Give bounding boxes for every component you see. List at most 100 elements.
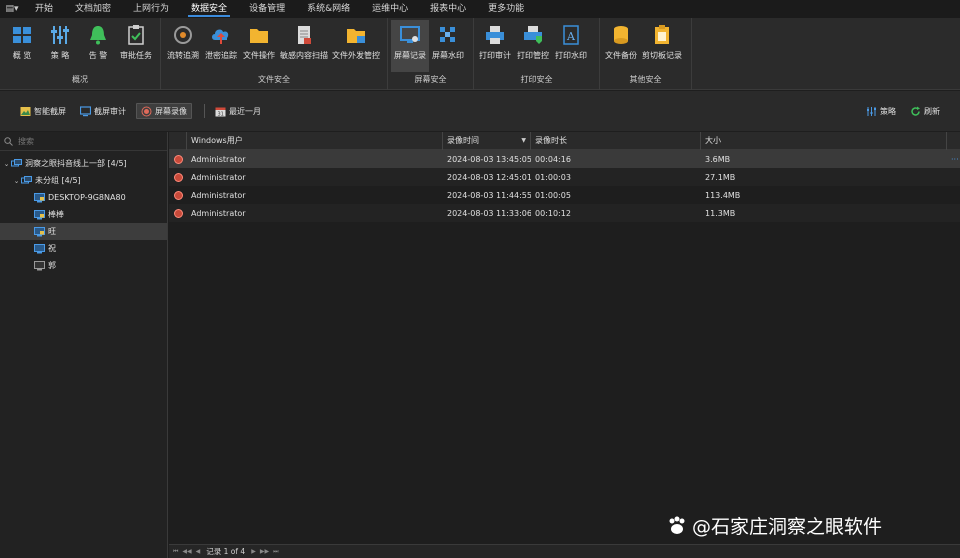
leak-trace-label: 泄密追踪	[205, 51, 237, 60]
row-more-icon[interactable]: ···	[947, 155, 960, 164]
menu-doc-encrypt[interactable]: 文档加密	[64, 0, 122, 18]
ribbon-group-other-security: 文件备份 剪切板记录 其他安全	[600, 18, 692, 90]
tree-node-selected[interactable]: 旺	[0, 223, 167, 240]
screen-record-button[interactable]: 屏幕记录	[391, 20, 429, 72]
screen-watermark-button[interactable]: 屏幕水印	[429, 20, 467, 72]
monitor-icon	[80, 105, 91, 116]
tree-root[interactable]: ⌄ 洞察之眼抖音线上一部 [4/5]	[0, 155, 167, 172]
menu-report-center[interactable]: 报表中心	[419, 0, 477, 18]
policy-toolbar-label: 策略	[880, 106, 896, 116]
menu-data-security[interactable]: 数据安全	[180, 0, 238, 18]
network-group-icon	[21, 175, 32, 183]
ribbon-group-label: 打印安全	[520, 75, 553, 84]
tree-node[interactable]: DESKTOP-9G8NA80	[0, 189, 167, 206]
document-letter-icon: A	[563, 25, 579, 45]
menu-more[interactable]: 更多功能	[477, 0, 535, 18]
cell-size: 27.1MB	[705, 172, 736, 182]
chevron-down-icon[interactable]: ⌄	[2, 160, 11, 168]
ribbon-group-label: 屏幕安全	[414, 75, 447, 84]
screen-audit-button[interactable]: 截屏审计	[76, 103, 130, 119]
approval-task-button[interactable]: 审批任务	[117, 20, 155, 72]
file-backup-button[interactable]: 文件备份	[602, 20, 640, 72]
tree-group[interactable]: ⌄ 未分组 [4/5]	[0, 172, 167, 189]
refresh-icon	[911, 106, 920, 116]
tree-node[interactable]: 棒棒	[0, 206, 167, 223]
policy-button[interactable]: 策 略	[41, 20, 79, 72]
ribbon-group-label: 文件安全	[258, 75, 290, 84]
menu-device-mgmt[interactable]: 设备管理	[238, 0, 296, 18]
table-row[interactable]: Administrator 2024-08-03 13:45:05 00:04:…	[169, 150, 960, 168]
date-range-button[interactable]: 31 最近一月	[211, 103, 265, 119]
refresh-label: 刷新	[924, 106, 940, 116]
next-block-icon[interactable]: ▶▶	[260, 548, 269, 555]
watermark: @石家庄洞察之眼软件	[666, 512, 882, 539]
row-status	[169, 154, 187, 164]
cell-duration: 01:00:05	[535, 190, 571, 200]
table-row[interactable]: Administrator 2024-08-03 12:45:01 01:00:…	[169, 168, 960, 186]
column-header-windows-user[interactable]: Windows用户	[187, 132, 443, 150]
alert-label: 告 警	[88, 51, 108, 60]
prev-page-icon[interactable]: ◀	[196, 548, 201, 555]
cell-size: 3.6MB	[705, 154, 731, 164]
app-menu-icon[interactable]: ▤▾	[0, 0, 24, 18]
sensitive-scan-label: 敏感内容扫描	[280, 51, 328, 60]
cell-user: Administrator	[191, 154, 246, 164]
file-outbound-button[interactable]: 文件外发管控	[330, 20, 382, 72]
ribbon-group-label: 概况	[72, 75, 88, 84]
column-header-record-time[interactable]: 录像时间 ▼	[443, 132, 531, 150]
ribbon-group-label: 其他安全	[629, 75, 662, 84]
printer-shield-icon	[524, 26, 542, 44]
clipboard-record-button[interactable]: 剪切板记录	[640, 20, 684, 72]
menu-start[interactable]: 开始	[24, 0, 64, 18]
column-header-size[interactable]: 大小	[701, 132, 947, 150]
network-group-icon	[11, 158, 22, 166]
screen-watermark-label: 屏幕水印	[432, 51, 464, 60]
tree-node[interactable]: 郭	[0, 257, 167, 274]
sort-desc-icon[interactable]: ▼	[521, 132, 526, 150]
column-header-status[interactable]	[169, 132, 187, 150]
column-header-filler	[947, 132, 960, 150]
prev-block-icon[interactable]: ◀◀	[182, 548, 191, 555]
print-audit-button[interactable]: 打印审计	[476, 20, 514, 72]
tree-group-label: 未分组 [4/5]	[35, 176, 81, 185]
pager-status: 记录 1 of 4	[206, 547, 246, 556]
row-status	[169, 190, 187, 200]
tree-node-label: 旺	[48, 227, 56, 236]
ribbon-group-print-security: 打印审计 打印管控 A 打印水印 打印安全	[474, 18, 600, 90]
smart-capture-button[interactable]: 智能截屏	[16, 103, 70, 119]
first-page-icon[interactable]: ⏮	[173, 548, 178, 556]
clipboard-icon	[655, 25, 669, 44]
tree-search[interactable]: 搜索	[0, 132, 167, 151]
print-control-button[interactable]: 打印管控	[514, 20, 552, 72]
next-page-icon[interactable]: ▶	[251, 548, 256, 555]
tree-search-input[interactable]: 搜索	[18, 136, 34, 147]
cell-duration: 00:04:16	[535, 154, 571, 164]
print-watermark-button[interactable]: A 打印水印	[552, 20, 590, 72]
overview-button[interactable]: 概 览	[3, 20, 41, 72]
table-row[interactable]: Administrator 2024-08-03 11:33:06 00:10:…	[169, 204, 960, 222]
flow-trace-button[interactable]: 流转追溯	[164, 20, 202, 72]
menu-ops-center[interactable]: 运维中心	[361, 0, 419, 18]
alert-button[interactable]: 告 警	[79, 20, 117, 72]
last-page-icon[interactable]: ⏭	[273, 548, 278, 556]
document-scan-icon	[298, 26, 311, 44]
leak-trace-button[interactable]: 泄密追踪	[202, 20, 240, 72]
menu-system-network[interactable]: 系统&网络	[296, 0, 361, 18]
chevron-down-icon[interactable]: ⌄	[12, 177, 21, 185]
refresh-button[interactable]: 刷新	[906, 103, 944, 119]
tree-node-label: 棒棒	[48, 210, 64, 219]
tree-node[interactable]: 祝	[0, 240, 167, 257]
column-header-duration[interactable]: 录像时长	[531, 132, 701, 150]
recordings-table: Windows用户 录像时间 ▼ 录像时长 大小 Administrator 2…	[169, 132, 960, 544]
menu-web-behavior[interactable]: 上网行为	[122, 0, 180, 18]
file-operation-button[interactable]: 文件操作	[240, 20, 278, 72]
print-control-label: 打印管控	[517, 51, 549, 60]
screen-record-tab[interactable]: 屏幕录像	[136, 103, 192, 119]
policy-toolbar-button[interactable]: 策略	[862, 103, 900, 119]
paw-logo-icon	[669, 516, 685, 534]
file-operation-label: 文件操作	[243, 51, 275, 60]
bell-icon	[90, 26, 106, 45]
table-row[interactable]: Administrator 2024-08-03 11:44:55 01:00:…	[169, 186, 960, 204]
approval-task-label: 审批任务	[120, 51, 152, 60]
sensitive-scan-button[interactable]: 敏感内容扫描	[278, 20, 330, 72]
